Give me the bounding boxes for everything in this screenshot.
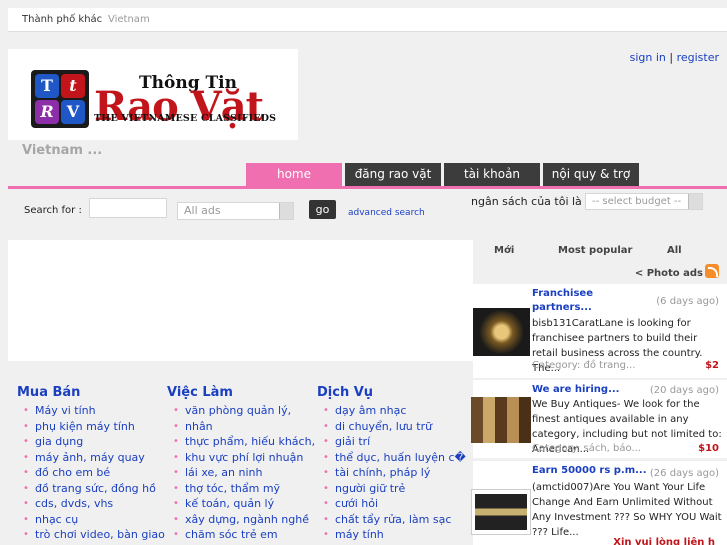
tab-most-popular[interactable]: Most popular — [558, 245, 632, 256]
advanced-search-link[interactable]: advanced search — [348, 208, 425, 218]
listing-thumbnail[interactable] — [473, 308, 530, 356]
search-input[interactable] — [89, 198, 167, 218]
logo-tile-t-small: t — [61, 74, 85, 98]
tab-all[interactable]: All — [667, 245, 682, 256]
category-link[interactable]: xây dựng, ngành nghề — [167, 512, 317, 528]
listing-title[interactable]: Franchisee partners... — [532, 287, 612, 315]
nav-rules-help[interactable]: nội quy & trợ — [543, 163, 639, 186]
category-link[interactable]: máy ảnh, máy quay — [17, 450, 167, 466]
region-label[interactable]: Vietnam ... — [22, 143, 102, 158]
category-heading[interactable]: Việc Làm — [167, 385, 317, 400]
category-link[interactable]: máy tính — [317, 527, 473, 543]
listing-item[interactable]: Franchisee partners... (6 days ago) bisb1… — [473, 284, 727, 378]
tab-newest[interactable]: Mới — [494, 245, 514, 256]
category-link[interactable]: khu vực phí lợi nhuận — [167, 450, 317, 466]
register-link[interactable]: register — [677, 51, 719, 64]
chevron-down-icon — [279, 203, 293, 219]
listing-age: (6 days ago) — [656, 296, 719, 307]
category-link[interactable]: thợ tóc, thẩm mỹ — [167, 481, 317, 497]
category-link[interactable]: gia dụng — [17, 434, 167, 450]
search-bar: Search for : All ads go advanced search … — [8, 189, 727, 225]
listing-category: Category: đồ trang... — [532, 360, 636, 371]
country-label: Vietnam — [108, 14, 150, 25]
go-button[interactable]: go — [309, 200, 336, 219]
category-link[interactable]: Máy vi tính — [17, 403, 167, 419]
logo-subtitle: THE VIETNAMESE CLASSIFIEDS — [94, 113, 277, 124]
rss-icon[interactable] — [705, 264, 719, 278]
listing-item[interactable]: Earn 50000 rs p.m... (26 days ago) (amct… — [471, 461, 727, 545]
logo-tile-t: T — [35, 74, 59, 98]
listing-price: $2 — [705, 360, 719, 371]
sign-in-link[interactable]: sign in — [630, 51, 666, 64]
listing-price: $10 — [698, 443, 719, 454]
listing-title[interactable]: Earn 50000 rs p.m... — [532, 464, 652, 478]
category-link[interactable]: kế toán, quản lý — [167, 496, 317, 512]
listing-thumbnail[interactable] — [471, 489, 531, 535]
listing-item[interactable]: We are hiring... (20 days ago) We Buy An… — [471, 380, 727, 458]
site-logo[interactable]: T t R V Thông Tin Rao Vặt THE VIETNAMESE… — [8, 49, 298, 140]
listing-category: Category: sách, báo... — [532, 443, 641, 454]
category-link[interactable]: dạy âm nhạc — [317, 403, 473, 419]
category-link[interactable]: đồ cho em bé — [17, 465, 167, 481]
chevron-down-icon — [688, 194, 702, 209]
category-link[interactable]: di chuyển, lưu trữ — [317, 419, 473, 435]
logo-tile-r: R — [35, 100, 59, 124]
category-select[interactable]: All ads — [177, 202, 294, 220]
category-link[interactable]: chất tẩy rửa, làm sạc — [317, 512, 473, 528]
category-link[interactable]: trò chơi video, bàn giao — [17, 527, 167, 543]
listing-description: (amctid007)Are You Want Your Life Change… — [532, 482, 722, 538]
ad-banner-area — [8, 240, 473, 361]
category-select-value: All ads — [184, 204, 221, 217]
nav-account[interactable]: tài khoản — [444, 163, 540, 186]
category-link[interactable]: lái xe, an ninh — [167, 465, 317, 481]
listing-age: (20 days ago) — [649, 385, 719, 396]
category-column-jobs: Việc Làm văn phòng quản lý, nhân thực ph… — [167, 385, 317, 543]
page: { "topbar": { "city_label": "Thành phố k… — [0, 0, 727, 545]
listing-title[interactable]: We are hiring... — [532, 383, 652, 397]
category-link[interactable]: nhân — [167, 419, 317, 435]
other-cities-link[interactable]: Thành phố khác — [22, 14, 102, 25]
category-link[interactable]: nhạc cụ — [17, 512, 167, 528]
category-link[interactable]: đồ trang sức, đồng hồ — [17, 481, 167, 497]
search-label: Search for : — [24, 205, 82, 216]
category-column-services: Dịch Vụ dạy âm nhạc di chuyển, lưu trữ g… — [317, 385, 473, 543]
logo-tile-v: V — [61, 100, 85, 124]
category-link[interactable]: phụ kiện máy tính — [17, 419, 167, 435]
auth-separator: | — [665, 51, 677, 64]
category-heading[interactable]: Mua Bán — [17, 385, 167, 400]
category-link[interactable]: tài chính, pháp lý — [317, 465, 473, 481]
contact-link[interactable]: Xin vui lòng liên h — [613, 537, 715, 545]
category-link[interactable]: thực phẩm, hiếu khách, — [167, 434, 317, 450]
category-link[interactable]: người giữ trẻ — [317, 481, 473, 497]
category-link[interactable]: giải trí — [317, 434, 473, 450]
category-link[interactable]: thể dục, huấn luyện c� — [317, 450, 473, 466]
category-heading[interactable]: Dịch Vụ — [317, 385, 473, 400]
category-column-buy-sell: Mua Bán Máy vi tính phụ kiện máy tính gi… — [17, 385, 167, 543]
logo-emblem: T t R V — [31, 70, 89, 128]
photo-ads-link[interactable]: < Photo ads — [635, 268, 703, 279]
top-bar: Thành phố khác Vietnam — [8, 8, 727, 32]
category-link[interactable]: cds, dvds, vhs — [17, 496, 167, 512]
category-link[interactable]: cưới hỏi — [317, 496, 473, 512]
category-link[interactable]: chăm sóc trẻ em — [167, 527, 317, 543]
budget-select-value: -- select budget -- — [592, 196, 682, 207]
nav-post-ad[interactable]: đăng rao vặt — [345, 163, 441, 186]
nav-home[interactable]: home — [246, 163, 342, 186]
budget-label: ngân sách của tôi là $ — [471, 195, 593, 208]
budget-select[interactable]: -- select budget -- — [585, 193, 703, 210]
listing-thumbnail[interactable] — [471, 397, 531, 443]
category-link[interactable]: văn phòng quản lý, — [167, 403, 317, 419]
auth-links: sign in | register — [630, 51, 719, 64]
listing-age: (26 days ago) — [649, 468, 719, 479]
listing-tabs: Mới Most popular All < Photo ads — [473, 241, 727, 281]
